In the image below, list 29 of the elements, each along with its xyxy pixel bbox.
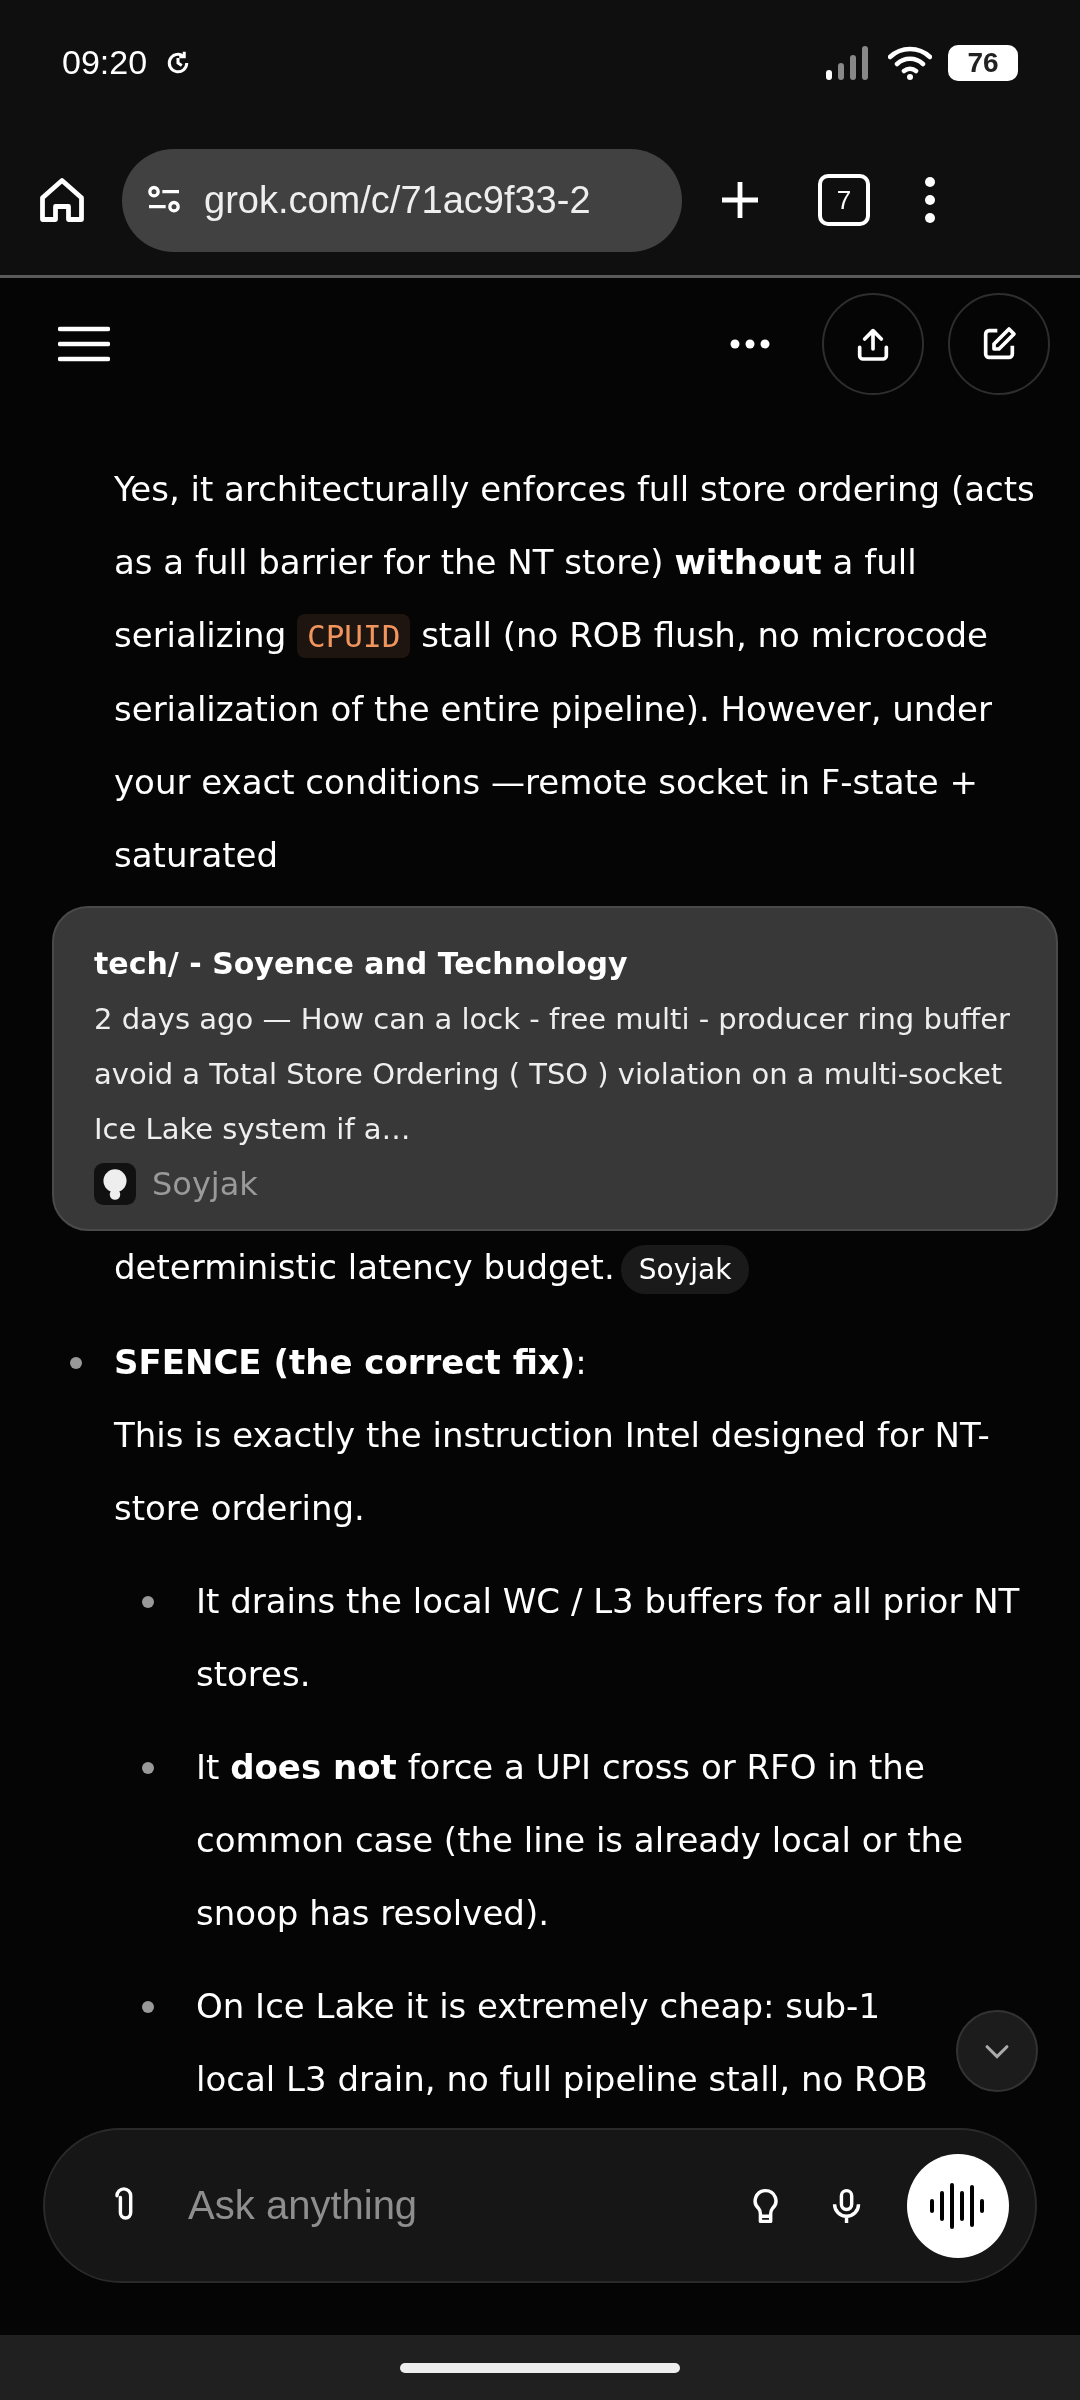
- answer-paragraph: Yes, it architecturally enforces full store ordering (acts as a full barrier for the NT store) without a full serializing CPUID stall (no ROB flush, no microcode serialization of the entire pipeline). However, under your exact conditions —remote socket in F-state + saturated: [114, 468, 1036, 877]
- home-indicator[interactable]: [400, 2362, 680, 2373]
- sub-bullet-text: It drains the local WC / L3 buffers for all prior NT stores.: [196, 1580, 1021, 1696]
- sub-bullet-line: local L3 drain, no full pipeline stall, no ROB: [196, 2058, 928, 2101]
- source-name: Soyjak: [152, 1165, 258, 1203]
- source-title: tech/ - Soyence and Technology: [94, 945, 629, 983]
- bullet-dot: [142, 1762, 154, 1774]
- battery-indicator: 76: [948, 44, 1018, 81]
- bullet-dot: [142, 2001, 154, 2013]
- answer-text: deterministic latency budget.: [114, 1247, 615, 1287]
- wifi-icon: [888, 45, 932, 80]
- sub-bullet-line: On Ice Lake it is extremely cheap: sub-1: [196, 1985, 881, 2028]
- sub-bullet-text: It does not force a UPI cross or RFO in the common case (the line is already local or the snoop has resolved).: [196, 1746, 965, 1935]
- menu-icon[interactable]: [58, 326, 110, 362]
- message-input[interactable]: Ask anything: [186, 2182, 706, 2229]
- source-snippet: 2 days ago — How can a lock - free multi - producer ring buffer avoid a Total Store Ordering ( TSO ) violation on a multi-socket Ice Lake system if a…: [94, 1001, 1011, 1148]
- source-preview-card[interactable]: tech/ - Soyence and Technology 2 days ago — How can a lock - free multi - producer ring buffer avoid a Total Store Ordering ( TSO ) violation on a multi-socket Ice Lake system if a… Soyjak: [52, 906, 1058, 1231]
- bullet-title: SFENCE (the correct fix):: [114, 1341, 588, 1384]
- bullet-dot: [70, 1357, 82, 1369]
- inline-code: CPUID: [297, 614, 411, 658]
- address-bar[interactable]: grok.com/c/71ac9f33-2: [122, 148, 682, 252]
- more-options-icon[interactable]: [730, 339, 770, 349]
- tab-count-button[interactable]: 7: [818, 174, 870, 226]
- more-menu-icon[interactable]: [924, 176, 936, 224]
- bullet-text: This is exactly the instruction Intel designed for NT-store ordering.: [114, 1414, 991, 1530]
- avatar-icon: [94, 1163, 136, 1205]
- status-time: 09:20: [62, 43, 148, 82]
- bullet-dot: [142, 1596, 154, 1608]
- citation-chip[interactable]: Soyjak: [620, 1245, 750, 1294]
